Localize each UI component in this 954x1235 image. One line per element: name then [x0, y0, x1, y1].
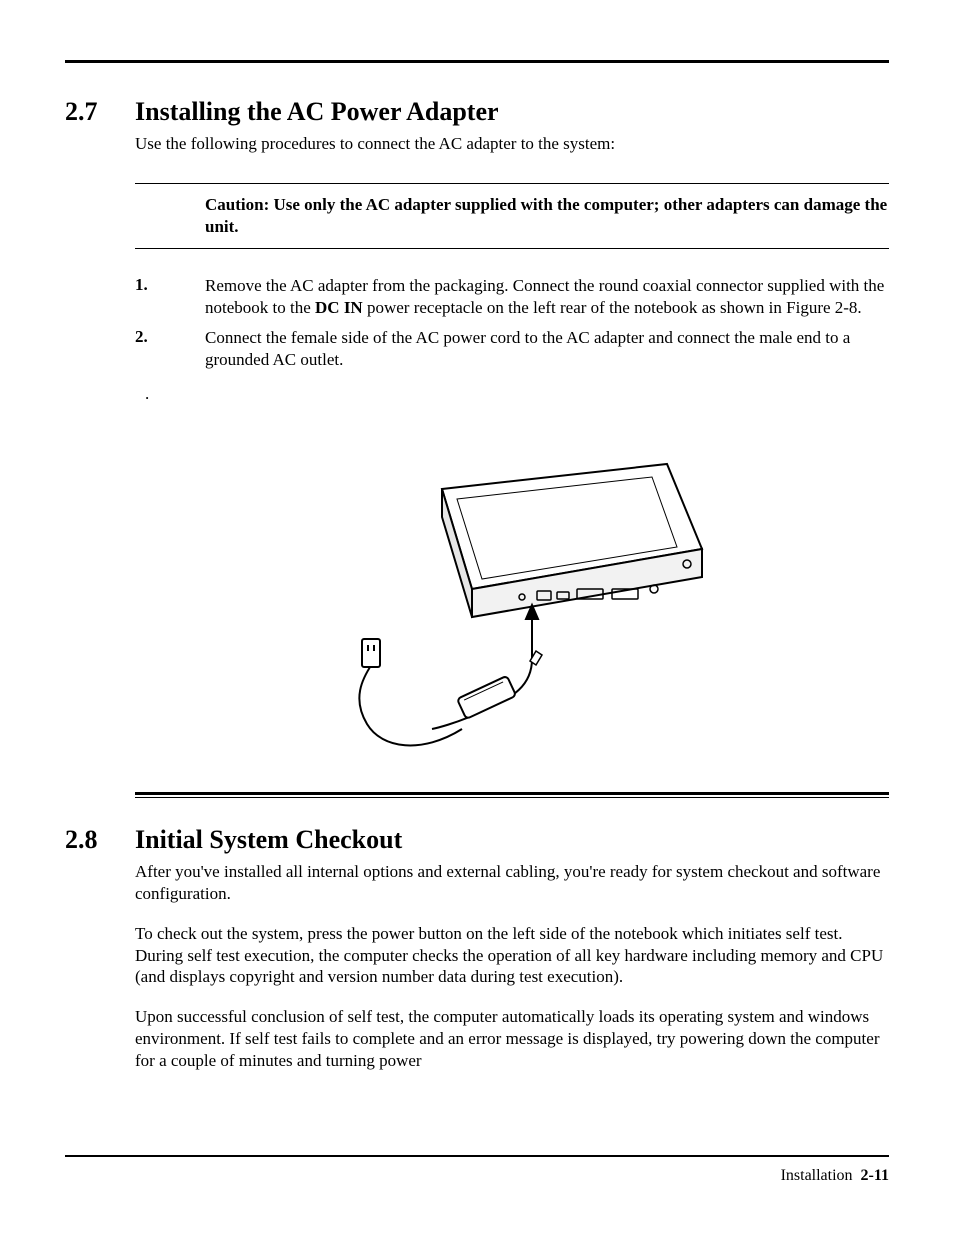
- step-text: Connect the female side of the AC power …: [205, 327, 889, 371]
- bottom-rule: [65, 1155, 889, 1157]
- page-footer: Installation 2-11: [781, 1167, 889, 1185]
- step-1: 1. Remove the AC adapter from the packag…: [135, 275, 889, 319]
- caution-text: Caution: Use only the AC adapter supplie…: [205, 194, 889, 238]
- page: 2.7 Installing the AC Power Adapter Use …: [0, 0, 954, 1235]
- section-title: Installing the AC Power Adapter: [135, 97, 499, 127]
- body-paragraph: After you've installed all internal opti…: [135, 861, 889, 905]
- double-rule-wrap: [135, 792, 889, 795]
- section-number: 2.7: [65, 97, 135, 127]
- section-title: Initial System Checkout: [135, 825, 402, 855]
- section-heading-2-7: 2.7 Installing the AC Power Adapter: [65, 97, 889, 127]
- figure-2-8: [135, 414, 889, 774]
- notebook-adapter-illustration-icon: [272, 429, 752, 759]
- section-2-8-body: After you've installed all internal opti…: [135, 861, 889, 1071]
- step-list: 1. Remove the AC adapter from the packag…: [135, 275, 889, 370]
- step-text-after: power receptacle on the left rear of the…: [363, 298, 862, 317]
- step-text: Remove the AC adapter from the packaging…: [205, 275, 889, 319]
- footer-label: Installation: [781, 1167, 853, 1184]
- step-2: 2. Connect the female side of the AC pow…: [135, 327, 889, 371]
- stray-dot: .: [145, 384, 889, 404]
- section-2-7-body: Use the following procedures to connect …: [135, 133, 889, 155]
- body-paragraph: Upon successful conclusion of self test,…: [135, 1006, 889, 1071]
- step-text-before: Connect the female side of the AC power …: [205, 328, 850, 369]
- step-number: 2.: [135, 327, 205, 371]
- step-bold: DC IN: [315, 298, 363, 317]
- caution-box: Caution: Use only the AC adapter supplie…: [135, 183, 889, 249]
- intro-paragraph: Use the following procedures to connect …: [135, 133, 889, 155]
- page-number: 2-11: [861, 1167, 889, 1184]
- section-number: 2.8: [65, 825, 135, 855]
- top-rule: [65, 60, 889, 63]
- body-paragraph: To check out the system, press the power…: [135, 923, 889, 988]
- section-divider-rule: [135, 792, 889, 795]
- section-heading-2-8: 2.8 Initial System Checkout: [65, 825, 889, 855]
- step-number: 1.: [135, 275, 205, 319]
